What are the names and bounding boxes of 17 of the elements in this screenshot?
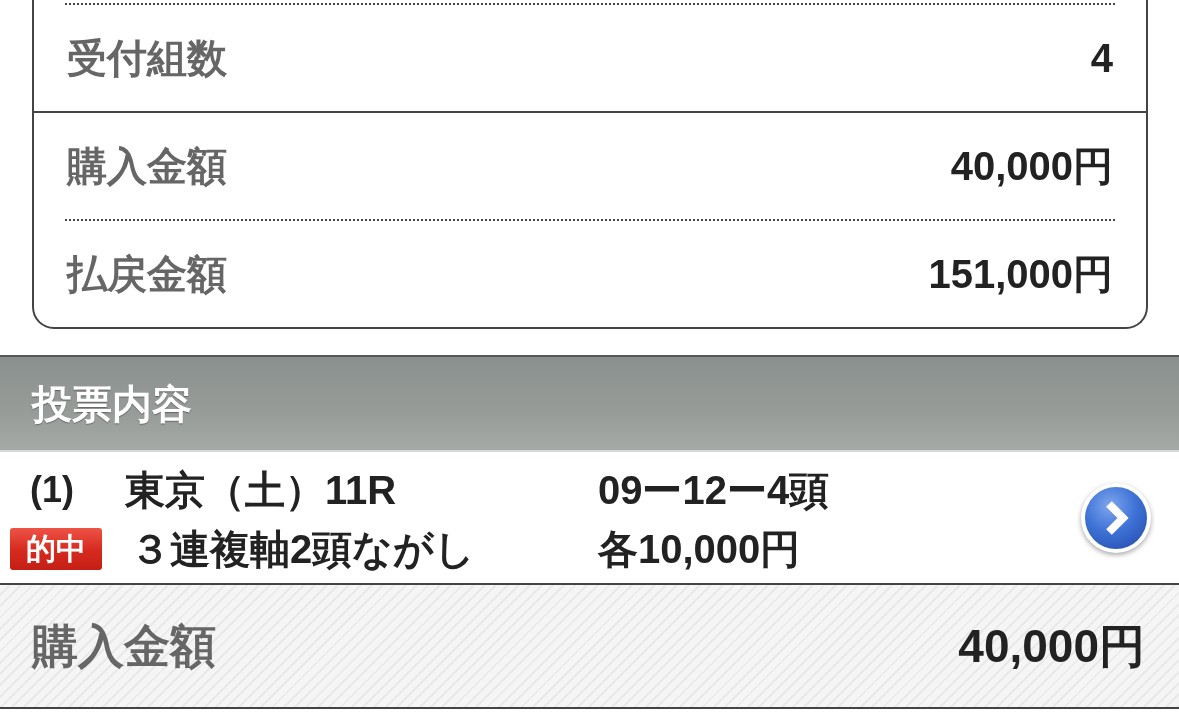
summary-label: 購入金額 <box>67 143 227 189</box>
summary-label: 払戻金額 <box>67 251 227 297</box>
result-badge: 的中 <box>10 527 102 570</box>
summary-value: 4 <box>1090 35 1113 81</box>
bet-amount: 各10,000円 <box>598 526 801 571</box>
section-title: 投票内容 <box>32 380 192 427</box>
race-name: 東京（土）11R <box>125 467 398 512</box>
bet-type: ３連複軸2頭ながし <box>130 526 477 571</box>
detail-button[interactable] <box>1081 482 1151 553</box>
summary-value: 151,000円 <box>928 251 1113 297</box>
total-value: 40,000円 <box>958 620 1145 672</box>
summary-value: 40,000円 <box>950 143 1113 189</box>
total-label: 購入金額 <box>32 620 216 672</box>
horse-combination: 09ー12ー4頭 <box>598 467 830 512</box>
summary-label: 受付組数 <box>67 35 227 81</box>
chevron-right-icon <box>1085 486 1147 549</box>
bet-number: (1) <box>30 467 75 512</box>
